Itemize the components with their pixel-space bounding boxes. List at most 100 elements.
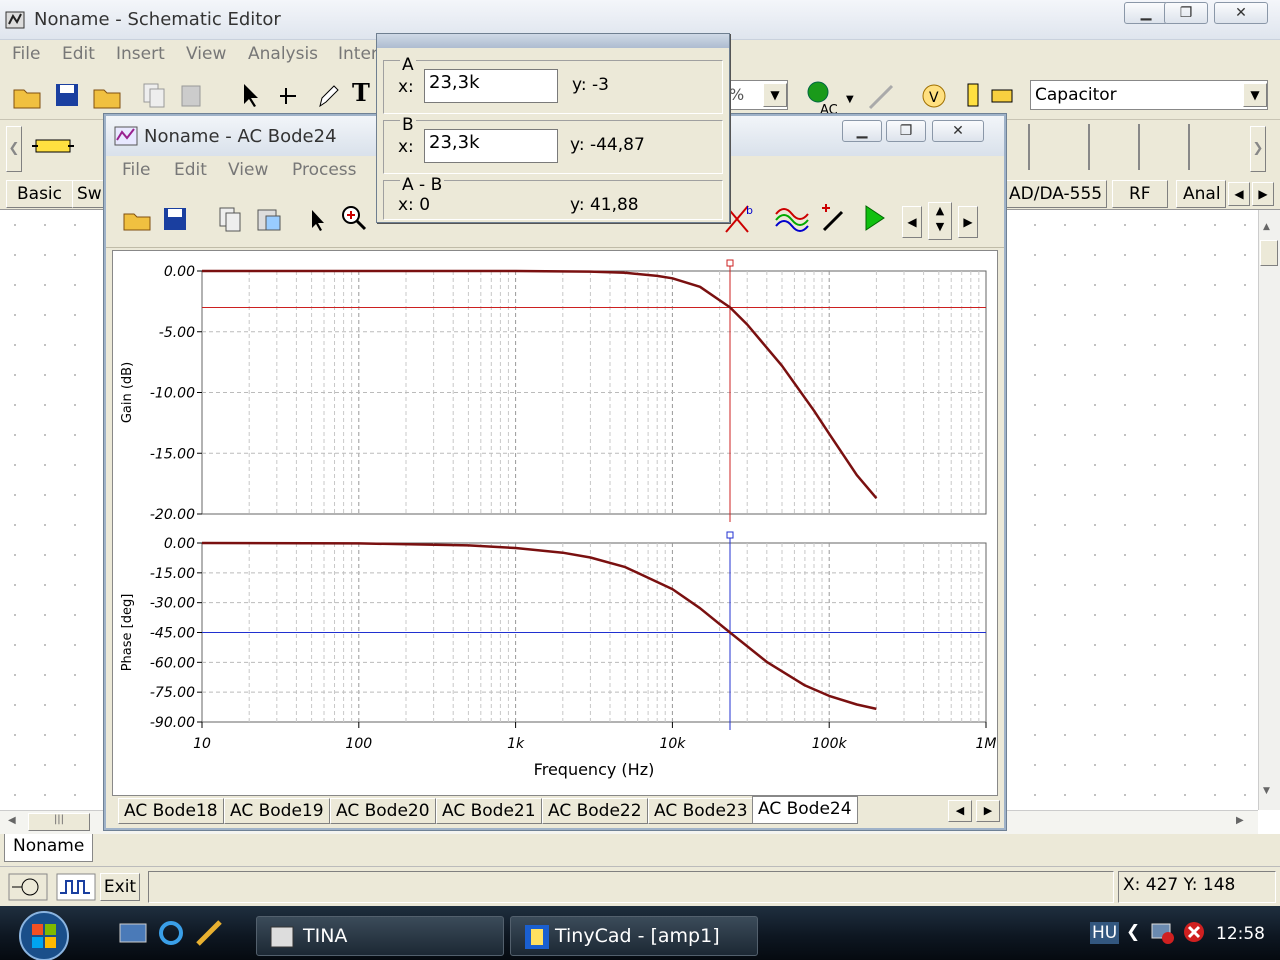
scroll-down-icon[interactable]: ▼ [1263,786,1277,796]
maximize-button[interactable]: ❐ [1164,2,1208,24]
cursor-diff-group: A - B x: 0 y: 41,88 [383,175,723,220]
exit-button[interactable]: Exit [100,873,140,901]
paste-icon[interactable] [178,80,210,112]
menu-file[interactable]: File [12,44,40,64]
palette-scroll-left[interactable]: ❮ [6,126,22,172]
taskbar-tinycad-button[interactable]: TinyCad - [amp1] [510,916,758,956]
probe-icon[interactable] [866,80,898,112]
tab-ac-bode20[interactable]: AC Bode20 [330,798,436,824]
diagram-mode-icon[interactable] [56,873,96,901]
open-folder-icon[interactable] [122,204,154,236]
up-down-icon[interactable]: ▲ ▼ [928,202,952,240]
copy-icon[interactable] [140,80,172,112]
bode-tabs: AC Bode18 AC Bode19 AC Bode20 AC Bode21 … [106,796,1004,828]
gain-ytick-label: 0.00 [164,264,195,280]
cursor-b-x-field[interactable]: 23,3k [424,129,558,163]
tray-expand-icon[interactable]: ❮ [1126,922,1140,942]
battery-icon[interactable] [958,78,990,110]
ac-source-icon[interactable]: AC [804,78,844,118]
menu-view[interactable]: View [186,44,226,64]
bode-maximize-button[interactable]: ❐ [886,120,926,142]
pointer-hand-icon[interactable] [988,80,1020,112]
prev-icon[interactable]: ◀ [902,206,922,238]
close-button[interactable]: ✕ [1214,2,1268,24]
tab-ad-da-555[interactable]: AD/DA-555 [1004,180,1108,208]
run-icon[interactable] [858,202,890,234]
paste-icon[interactable] [254,204,286,236]
gain-ytick-label: -5.00 [159,325,195,341]
text-tool-icon[interactable]: T [352,78,370,107]
tab-noname[interactable]: Noname [4,834,94,862]
bode-plot-area[interactable]: 0.00 -5.00 -10.00 -15.00 -20.00 Gain (dB) 0.0… [112,250,998,796]
tab-ac-bode24[interactable]: AC Bode24 [752,796,858,824]
security-alert-icon[interactable] [1182,920,1206,944]
save-icon[interactable] [52,80,84,112]
select-arrow-icon[interactable] [236,80,268,112]
scroll-left-icon[interactable]: ◀ [8,815,16,826]
tab-scroll-right-icon[interactable]: ▶ [976,800,1000,822]
tab-ac-bode21[interactable]: AC Bode21 [436,798,542,824]
bode-menu-view[interactable]: View [228,160,268,180]
x-tick-label: 100 [345,736,372,752]
dialog-title-bar[interactable] [377,34,729,48]
zoom-icon[interactable] [338,202,370,234]
next-icon[interactable]: ▶ [958,206,978,238]
tab-switches[interactable]: Sw [72,180,107,208]
vertical-scrollbar[interactable]: ▲ ▼ [1258,210,1280,810]
component-dropdown[interactable]: Capacitor ▼ [1030,80,1268,110]
chevron-down-icon[interactable]: ▼ [1243,83,1267,107]
vertical-scroll-thumb[interactable] [1260,240,1278,266]
voltmeter-icon[interactable]: V [918,78,954,114]
bode-menu-process[interactable]: Process [292,160,357,180]
menu-edit[interactable]: Edit [62,44,95,64]
open-folder-icon[interactable] [12,80,44,112]
tab-ac-bode23[interactable]: AC Bode23 [648,798,754,824]
schematic-mode-icon[interactable] [8,873,48,901]
save-icon[interactable] [160,204,192,236]
taskbar-tina-button[interactable]: TINA [256,916,504,956]
tab-scroll-left-icon[interactable]: ◀ [948,800,972,822]
wire-tool-icon[interactable] [272,80,304,112]
tab-ac-bode19[interactable]: AC Bode19 [224,798,330,824]
diagram-app-icon [114,126,138,146]
menu-insert[interactable]: Insert [116,44,165,64]
percent-dropdown-value: % [729,85,745,104]
save-as-icon[interactable] [92,80,124,112]
quicklaunch-app-icon[interactable] [194,918,224,948]
horizontal-scroll-thumb[interactable]: ||| [28,813,90,831]
bode-close-button[interactable]: ✕ [932,120,984,142]
tab-ac-bode22[interactable]: AC Bode22 [542,798,648,824]
chevron-down-icon[interactable]: ▼ [846,94,854,105]
pencil-icon[interactable] [312,80,344,112]
palette-scroll-right[interactable]: ❯ [1250,126,1266,172]
chevron-down-icon[interactable]: ▼ [763,83,787,107]
bode-plot-svg[interactable]: 0.00 -5.00 -10.00 -15.00 -20.00 Gain (dB) 0.0… [113,251,997,795]
tab-ac-bode18[interactable]: AC Bode18 [118,798,224,824]
curves-icon[interactable] [774,200,810,236]
tab-basic[interactable]: Basic [6,180,74,208]
scroll-right-icon[interactable]: ▶ [1236,815,1244,826]
menu-analysis[interactable]: Analysis [248,44,318,64]
menu-interactive[interactable]: Inter [338,44,378,64]
bode-menu-file[interactable]: File [122,160,150,180]
bode-menu-edit[interactable]: Edit [174,160,207,180]
bode-minimize-button[interactable]: ▁ [842,120,882,142]
tab-scroll-right-icon[interactable]: ▶ [1252,182,1274,206]
eyedropper-icon[interactable] [818,200,854,236]
tab-scroll-left-icon[interactable]: ◀ [1228,182,1250,206]
minimize-button[interactable]: ▁ [1124,2,1168,24]
network-disconnected-icon[interactable] [1150,920,1176,946]
percent-dropdown[interactable]: % ▼ [726,80,788,110]
copy-icon[interactable] [216,204,248,236]
show-desktop-icon[interactable] [118,920,148,948]
select-arrow-icon[interactable] [302,204,334,236]
tab-analog[interactable]: Anal [1176,180,1226,208]
x-axis: 10 100 1k 10k 100k 1M Frequency (Hz) [193,722,997,779]
component-icon[interactable] [28,124,78,174]
scroll-up-icon[interactable]: ▲ [1263,222,1277,232]
language-indicator[interactable]: HU [1090,922,1120,944]
tab-rf[interactable]: RF [1112,180,1168,208]
internet-explorer-icon[interactable] [156,918,186,948]
start-button-icon[interactable] [14,908,74,960]
cursor-a-x-field[interactable]: 23,3k [424,69,558,103]
